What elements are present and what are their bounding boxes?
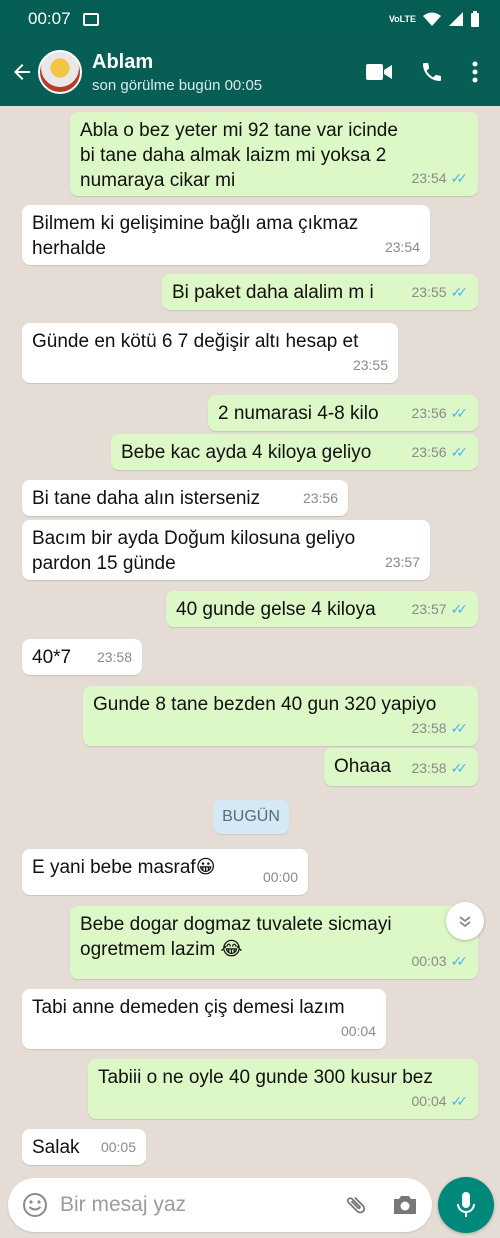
gallery-notification-icon (82, 12, 99, 26)
message-text: E yani bebe masraf😀 (32, 857, 216, 878)
status-time: 00:07 (28, 9, 71, 28)
wifi-icon (423, 12, 441, 26)
message-time: 00:05 (100, 1139, 136, 1155)
message-bubble-incoming[interactable]: 40*7 23:58 (22, 639, 142, 675)
message-time: 23:58 (411, 760, 447, 776)
back-button[interactable] (0, 38, 38, 106)
message-time: 23:58 (96, 649, 132, 665)
message-bubble-outgoing[interactable]: Ohaaa 23:58 ✓✓ (324, 748, 478, 786)
message-time: 23:56 (411, 444, 447, 460)
read-ticks-icon: ✓✓ (450, 760, 469, 776)
read-ticks-icon: ✓✓ (450, 170, 469, 186)
voice-message-button[interactable] (438, 1177, 494, 1233)
message-bubble-outgoing[interactable]: 40 gunde gelse 4 kiloya 23:57 ✓✓ (166, 591, 478, 627)
message-bubble-incoming[interactable]: Salak 00:05 (22, 1129, 146, 1165)
more-options-icon[interactable] (472, 61, 478, 83)
scroll-to-bottom-button[interactable] (446, 902, 484, 940)
read-ticks-icon: ✓✓ (450, 601, 469, 617)
message-bubble-incoming[interactable]: Bacım bir ayda Doğum kilosuna geliyo par… (22, 520, 430, 580)
message-bubble-outgoing[interactable]: Gunde 8 tane bezden 40 gun 320 yapiyo 23… (83, 686, 478, 746)
message-bubble-outgoing[interactable]: Bebe kac ayda 4 kiloya geliyo 23:56 ✓✓ (111, 434, 478, 470)
message-bubble-incoming[interactable]: Bi tane daha alın isterseniz 23:56 (22, 480, 348, 516)
message-bubble-incoming[interactable]: Bilmem ki gelişimine bağlı ama çıkmaz he… (22, 205, 430, 265)
video-call-icon[interactable] (366, 63, 392, 81)
battery-icon (471, 10, 479, 27)
message-text: Tabi anne demeden çiş demesi lazım (32, 997, 345, 1018)
message-list[interactable]: Abla o bez yeter mi 92 tane var icinde b… (0, 106, 500, 1168)
status-bar: 00:07 VoLTE (0, 0, 500, 38)
read-ticks-icon: ✓✓ (450, 953, 469, 969)
message-time: 23:58 (411, 720, 447, 736)
read-ticks-icon: ✓✓ (450, 1093, 469, 1109)
back-arrow-icon (14, 64, 30, 80)
message-time: 00:04 (340, 1023, 376, 1039)
message-bubble-outgoing[interactable]: Tabiii o ne oyle 40 gunde 300 kusur bez … (88, 1059, 478, 1119)
voice-call-icon[interactable] (420, 60, 444, 84)
chevron-down-icon (459, 916, 471, 928)
message-bubble-incoming[interactable]: E yani bebe masraf😀 00:00 (22, 849, 308, 895)
emoji-icon[interactable] (22, 1192, 48, 1218)
signal-icon (449, 12, 463, 26)
message-bubble-incoming[interactable]: Tabi anne demeden çiş demesi lazım 00:04 (22, 989, 386, 1049)
read-ticks-icon: ✓✓ (450, 405, 469, 421)
message-text: Bi tane daha alın isterseniz (32, 488, 261, 509)
message-bubble-outgoing[interactable]: Bi paket daha alalim m i 23:55 ✓✓ (162, 274, 478, 310)
message-time: 23:57 (384, 554, 420, 570)
message-time: 23:57 (411, 601, 447, 617)
message-time: 00:00 (262, 869, 298, 885)
chat-header: Ablam son görülme bugün 00:05 (0, 38, 500, 106)
message-bubble-outgoing[interactable]: 2 numarasi 4-8 kilo 23:56 ✓✓ (208, 395, 478, 431)
message-bubble-outgoing[interactable]: Bebe dogar dogmaz tuvalete sicmayi ogret… (70, 906, 478, 979)
message-text: Bacım bir ayda Doğum kilosuna geliyo par… (32, 528, 356, 574)
message-text: Günde en kötü 6 7 değişir altı hesap et (32, 331, 359, 352)
last-seen: son görülme bugün 00:05 (92, 76, 263, 94)
volte-icon: VoLTE (388, 13, 416, 24)
message-time: 23:55 (352, 357, 388, 373)
message-text: Gunde 8 tane bezden 40 gun 320 yapiyo (93, 694, 437, 715)
message-text: Abla o bez yeter mi 92 tane var icinde b… (80, 120, 398, 191)
read-ticks-icon: ✓✓ (450, 284, 469, 300)
read-ticks-icon: ✓✓ (450, 720, 469, 736)
attach-icon[interactable] (344, 1193, 368, 1217)
message-time: 23:54 (384, 239, 420, 255)
header-actions (366, 60, 500, 84)
message-composer (8, 1178, 432, 1232)
message-time: 00:03 (411, 953, 447, 969)
date-divider: BUGÜN (213, 800, 289, 834)
message-time: 23:55 (411, 284, 447, 300)
message-text: Bilmem ki gelişimine bağlı ama çıkmaz he… (32, 213, 359, 259)
status-icons: VoLTE (388, 10, 480, 28)
message-text: Bebe dogar dogmaz tuvalete sicmayi ogret… (80, 914, 392, 960)
message-time: 23:56 (411, 405, 447, 421)
camera-icon[interactable] (392, 1194, 418, 1216)
contact-info[interactable]: Ablam son görülme bugün 00:05 (92, 51, 262, 94)
message-bubble-outgoing[interactable]: Abla o bez yeter mi 92 tane var icinde b… (70, 112, 478, 196)
message-text: Tabiii o ne oyle 40 gunde 300 kusur bez (98, 1067, 433, 1088)
message-input[interactable] (60, 1193, 344, 1217)
message-time: 23:56 (302, 490, 338, 506)
message-bubble-incoming[interactable]: Günde en kötü 6 7 değişir altı hesap et … (22, 323, 398, 383)
message-time: 23:54 (411, 170, 447, 186)
contact-name: Ablam (92, 50, 154, 73)
read-ticks-icon: ✓✓ (450, 444, 469, 460)
microphone-icon (457, 1192, 475, 1217)
message-time: 00:04 (411, 1093, 447, 1109)
avatar[interactable] (38, 50, 82, 94)
